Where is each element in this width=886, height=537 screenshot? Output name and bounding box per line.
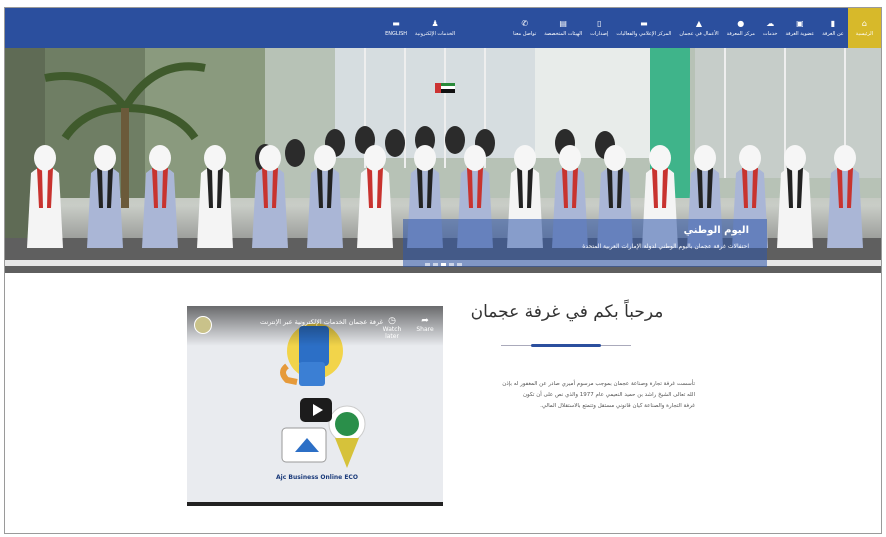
play-button[interactable] — [300, 398, 332, 422]
person-figure — [252, 166, 288, 248]
nav-item[interactable]: ✆ تواصل معنا — [509, 8, 540, 48]
nav-item[interactable]: ▯ إصدارات — [586, 8, 612, 48]
person-head — [464, 145, 486, 171]
person-head — [834, 145, 856, 171]
nav-item[interactable]: ● مركز المعرفة — [723, 8, 759, 48]
share-button[interactable]: ➦ Share — [413, 316, 437, 333]
hero-caption: اليوم الوطني احتفالات غرفة عجمان باليوم … — [403, 219, 767, 267]
building-icon: ▮ — [830, 18, 836, 28]
video-player[interactable]: غرفة عجمان الخدمات الإلكترونية عبر الإنت… — [187, 306, 443, 506]
person-head — [364, 145, 386, 171]
person-figure — [142, 166, 178, 248]
user-icon: ♟ — [431, 18, 439, 28]
phone-icon: ✆ — [521, 18, 529, 28]
channel-avatar[interactable] — [194, 316, 212, 334]
slider-dot[interactable] — [433, 263, 438, 266]
map-pin-icon: ● — [737, 18, 745, 28]
nav-item[interactable]: ▮ عن الغرفة — [818, 8, 848, 48]
person-head — [784, 145, 806, 171]
person-head — [314, 145, 336, 171]
title-divider — [531, 344, 601, 347]
nav-item[interactable]: ⌂ الرئيسية — [847, 8, 881, 48]
nav-item[interactable]: ▣ عضوية الغرفة — [782, 8, 819, 48]
person-figure — [27, 166, 63, 248]
person-head — [559, 145, 581, 171]
person-head — [259, 145, 281, 171]
welcome-text: تأسست غرفة تجارة وصناعة عجمان بموجب مرسو… — [455, 379, 695, 412]
person-head — [149, 145, 171, 171]
watch-later-button[interactable]: ◷ Watch later — [377, 316, 407, 340]
nav-item[interactable]: ▲ الأعمال في عجمان — [675, 8, 722, 48]
welcome-title: مرحباً بكم في غرفة عجمان — [470, 302, 664, 322]
sitemap-icon: ▤ — [559, 18, 567, 28]
cloud-icon: ☁ — [766, 18, 775, 28]
hero-slider[interactable]: اليوم الوطني احتفالات غرفة عجمان باليوم … — [5, 48, 881, 273]
welcome-line: تأسست غرفة تجارة وصناعة عجمان بموجب مرسو… — [502, 381, 695, 387]
person-head — [694, 145, 716, 171]
video-top-bar: غرفة عجمان الخدمات الإلكترونية عبر الإنت… — [187, 306, 443, 346]
nav-item[interactable]: ☁ خدمات — [759, 8, 782, 48]
people-icon: ▲ — [695, 18, 703, 28]
slider-dot[interactable] — [425, 263, 430, 266]
welcome-line: الله تعالى الشيخ راشد بن حميد النعيمي عا… — [523, 392, 695, 398]
person-figure — [307, 166, 343, 248]
nav-item-label: المركز الإعلامي والفعاليات — [616, 30, 672, 37]
nav-item-label: الأعمال في عجمان — [679, 30, 719, 37]
nav-item[interactable]: ▬ ENGLISH — [381, 8, 411, 48]
person-head — [94, 145, 116, 171]
person-figure — [197, 166, 233, 248]
person-head — [604, 145, 626, 171]
share-icon: ➦ — [421, 316, 429, 326]
browser-frame: ⌂ الرئيسية ▮ عن الغرفة ▣ عضوية الغرفة ☁ خدمات ● م… — [4, 7, 882, 534]
person-head — [649, 145, 671, 171]
home-icon: ⌂ — [861, 18, 867, 28]
person-figure — [777, 166, 813, 248]
video-title[interactable]: غرفة عجمان الخدمات الإلكترونية عبر الإنت… — [260, 318, 383, 326]
clock-icon: ◷ — [388, 316, 396, 326]
nav-item-label: ENGLISH — [385, 30, 408, 37]
nav-item-label: تواصل معنا — [513, 30, 537, 37]
person-figure — [87, 166, 123, 248]
person-head — [739, 145, 761, 171]
slider-dot[interactable] — [449, 263, 454, 266]
person-head — [514, 145, 536, 171]
person-head — [34, 145, 56, 171]
welcome-line: غرفة التجارة والصناعة كيان قانوني مستقل … — [540, 403, 695, 409]
person-head — [414, 145, 436, 171]
screen-icon: ▬ — [640, 18, 648, 28]
nav-item-label: إصدارات — [590, 30, 609, 37]
slider-dot[interactable] — [457, 263, 462, 266]
nav-item[interactable]: ▬ المركز الإعلامي والفعاليات — [612, 8, 675, 48]
person-figure — [827, 166, 863, 248]
nav-item-label: خدمات — [762, 30, 778, 37]
nav-item-label: الرئيسية — [855, 30, 873, 37]
hero-subtitle: احتفالات غرفة عجمان باليوم الوطني لدولة … — [582, 243, 749, 250]
nav-item[interactable]: ▤ الهيئات المتخصصة — [540, 8, 586, 48]
slider-dots — [425, 263, 462, 266]
play-icon — [312, 404, 323, 416]
globe-icon: ▬ — [392, 18, 400, 28]
watch-later-label: Watch later — [382, 326, 402, 340]
nav-item-label: الهيئات المتخصصة — [544, 30, 583, 37]
slider-dot-active[interactable] — [441, 263, 446, 266]
book-icon: ▯ — [597, 18, 602, 28]
share-label: Share — [416, 326, 434, 333]
person-head — [204, 145, 226, 171]
id-card-icon: ▣ — [796, 18, 804, 28]
hero-title: اليوم الوطني — [683, 225, 749, 236]
nav-item[interactable]: ♟ الخدمات الإلكترونية — [411, 8, 459, 48]
nav-item-label: مركز المعرفة — [726, 30, 755, 37]
video-progress-bar[interactable] — [187, 502, 443, 506]
nav-item-label: الخدمات الإلكترونية — [415, 30, 456, 37]
main-navbar: ⌂ الرئيسية ▮ عن الغرفة ▣ عضوية الغرفة ☁ خدمات ● م… — [5, 8, 881, 48]
person-figure — [357, 166, 393, 248]
nav-item-label: عضوية الغرفة — [785, 30, 815, 37]
video-caption: Ajc Business Online ECO — [276, 474, 358, 481]
nav-item-label: عن الغرفة — [822, 30, 844, 37]
